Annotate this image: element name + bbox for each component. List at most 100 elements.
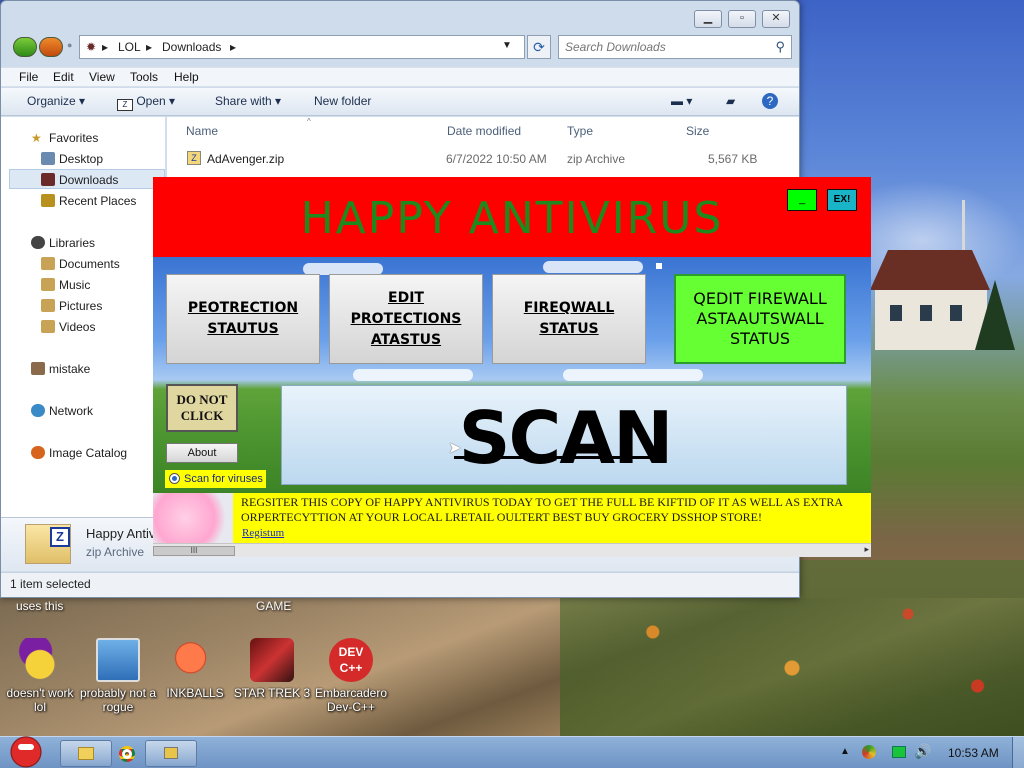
column-header-size[interactable]: Size xyxy=(686,124,709,138)
show-desktop-button[interactable] xyxy=(1012,737,1024,768)
file-row[interactable]: Z AdAvenger.zip 6/7/2022 10:50 AM zip Ar… xyxy=(167,151,787,169)
breadcrumb-separator-icon[interactable]: ▸ xyxy=(102,40,108,54)
banner-image xyxy=(153,493,233,543)
mouse-cursor-icon: ➤ xyxy=(448,440,462,457)
share-with-button[interactable]: Share with ▾ xyxy=(215,94,281,108)
about-button[interactable]: About xyxy=(166,443,238,463)
desktop-icon-label-game: GAME xyxy=(256,599,292,613)
tray-app-icon[interactable] xyxy=(862,745,876,759)
register-link[interactable]: Registum xyxy=(242,527,284,539)
search-box[interactable]: ⚲ xyxy=(558,35,792,59)
nav-favorites[interactable]: ★ Favorites xyxy=(31,131,98,145)
preview-pane-icon[interactable]: ▰ xyxy=(726,94,735,108)
desktop-icon-probably-not-a-rogue[interactable]: probably not a rogue xyxy=(78,638,158,714)
menu-tools[interactable]: Tools xyxy=(130,70,158,84)
app-window-icon xyxy=(164,747,178,759)
search-icon[interactable]: ⚲ xyxy=(775,39,785,55)
detail-name: Happy Antiv xyxy=(86,526,156,541)
nav-mistake[interactable]: mistake xyxy=(31,362,90,376)
nav-music[interactable]: Music xyxy=(41,278,90,292)
nav-videos[interactable]: Videos xyxy=(41,320,95,334)
nav-libraries[interactable]: Libraries xyxy=(31,236,95,250)
music-icon xyxy=(41,278,55,291)
desktop-icon-label: Embarcadero Dev-C++ xyxy=(314,686,388,714)
search-input[interactable] xyxy=(565,40,765,54)
maximize-button[interactable]: ▫ xyxy=(728,10,756,28)
desktop-icon-inkballs[interactable]: INKBALLS xyxy=(155,638,235,700)
nav-recent-places[interactable]: Recent Places xyxy=(41,194,136,208)
nav-image-catalog[interactable]: Image Catalog xyxy=(31,446,127,460)
address-bar[interactable]: ✹ ▸ LOL ▸ Downloads ▸ ▼ xyxy=(79,35,525,59)
desktop-icon-label: probably not a rogue xyxy=(79,686,157,714)
volume-icon[interactable]: 🔊 xyxy=(914,743,931,760)
minimize-button[interactable]: ▁ xyxy=(694,10,722,28)
edit-firewall-status-button[interactable]: QEDIT FIREWALL ASTAAUTSWALL STATUS xyxy=(674,274,846,364)
file-name: AdAvenger.zip xyxy=(207,152,285,166)
sort-ascending-icon: ^ xyxy=(307,117,311,126)
detail-type: zip Archive xyxy=(86,545,145,559)
desktop-icon-devcpp[interactable]: DEV C++ Embarcadero Dev-C++ xyxy=(311,638,391,714)
start-button[interactable] xyxy=(4,731,48,769)
taskbar-antivirus-button[interactable] xyxy=(145,740,197,767)
breadcrumb-downloads[interactable]: Downloads xyxy=(162,40,221,54)
nav-network[interactable]: Network xyxy=(31,404,93,418)
documents-icon xyxy=(41,257,55,270)
nav-downloads[interactable]: Downloads xyxy=(41,173,118,187)
menu-file[interactable]: File xyxy=(19,70,38,84)
new-folder-button[interactable]: New folder xyxy=(314,94,371,108)
scrollbar-thumb[interactable]: III xyxy=(153,546,235,556)
firewall-status-button[interactable]: FIREQWALL STATUS xyxy=(492,274,646,364)
desktop-icon-label: doesn't work lol xyxy=(6,686,74,714)
breadcrumb-lol[interactable]: LOL xyxy=(118,40,141,54)
desktop-icon-label: INKBALLS xyxy=(166,686,224,700)
clock[interactable]: 10:53 AM xyxy=(948,746,999,760)
status-text: 1 item selected xyxy=(10,577,91,591)
background-cloud xyxy=(353,369,473,381)
menu-edit[interactable]: Edit xyxy=(53,70,74,84)
column-header-date[interactable]: Date modified xyxy=(447,124,521,138)
av-close-button[interactable]: EX! xyxy=(827,189,857,211)
command-bar: Organize ▾ Z Open ▾ Share with ▾ New fol… xyxy=(1,88,799,116)
desktop-icon-star-trek-3[interactable]: STAR TREK 3 xyxy=(232,638,312,700)
open-button[interactable]: Z Open ▾ xyxy=(117,94,175,111)
file-size: 5,567 KB xyxy=(708,152,758,166)
file-type: zip Archive xyxy=(567,152,626,166)
menu-view[interactable]: View xyxy=(89,70,115,84)
star-wars-icon xyxy=(250,638,294,682)
recent-pages-chevron-icon[interactable]: ● xyxy=(67,40,72,50)
menu-help[interactable]: Help xyxy=(174,70,199,84)
scan-button[interactable]: SCAN ➤ xyxy=(281,385,847,485)
horizontal-scrollbar[interactable]: III ▸ xyxy=(153,543,871,557)
breadcrumb-separator-icon[interactable]: ▸ xyxy=(230,40,236,54)
organize-button[interactable]: Organize ▾ xyxy=(27,94,85,108)
desktop-icon-yahoo[interactable]: doesn't work lol xyxy=(0,638,80,714)
do-not-click-button[interactable]: DO NOT CLICK xyxy=(166,384,238,432)
scan-for-viruses-option[interactable]: Scan for viruses xyxy=(165,470,266,488)
nav-documents[interactable]: Documents xyxy=(41,257,120,271)
explorer-titlebar[interactable]: ▁ ▫ ✕ xyxy=(1,1,799,33)
nav-desktop[interactable]: Desktop xyxy=(41,152,103,166)
column-header-type[interactable]: Type xyxy=(567,124,593,138)
folder-icon: ✹ xyxy=(86,40,97,54)
pictures-icon xyxy=(41,299,55,312)
chrome-icon xyxy=(119,746,135,762)
address-dropdown-icon[interactable]: ▼ xyxy=(502,40,512,51)
close-button[interactable]: ✕ xyxy=(762,10,790,28)
scroll-right-icon[interactable]: ▸ xyxy=(864,544,869,555)
edit-protections-status-button[interactable]: EDIT PROTECTIONS ATASTUS xyxy=(329,274,483,364)
help-icon[interactable]: ? xyxy=(762,93,778,109)
av-minimize-button[interactable]: _ xyxy=(787,189,817,211)
protection-status-button[interactable]: PEOTRECTION STAUTUS xyxy=(166,274,320,364)
column-header-name[interactable]: Name xyxy=(186,124,218,138)
scan-strikethrough xyxy=(454,456,664,459)
back-button[interactable] xyxy=(13,37,37,57)
change-view-icon[interactable]: ▬ ▾ xyxy=(671,94,692,108)
av-header[interactable]: HAPPY ANTIVIRUS _ EX! xyxy=(153,177,871,257)
breadcrumb-separator-icon[interactable]: ▸ xyxy=(146,40,152,54)
show-hidden-icons-icon[interactable]: ▲ xyxy=(840,746,850,757)
network-tray-icon[interactable] xyxy=(892,746,906,758)
angry-bird-icon xyxy=(18,744,34,750)
refresh-button[interactable]: ⟳ xyxy=(527,35,551,59)
nav-pictures[interactable]: Pictures xyxy=(41,299,102,313)
forward-button[interactable] xyxy=(39,37,63,57)
